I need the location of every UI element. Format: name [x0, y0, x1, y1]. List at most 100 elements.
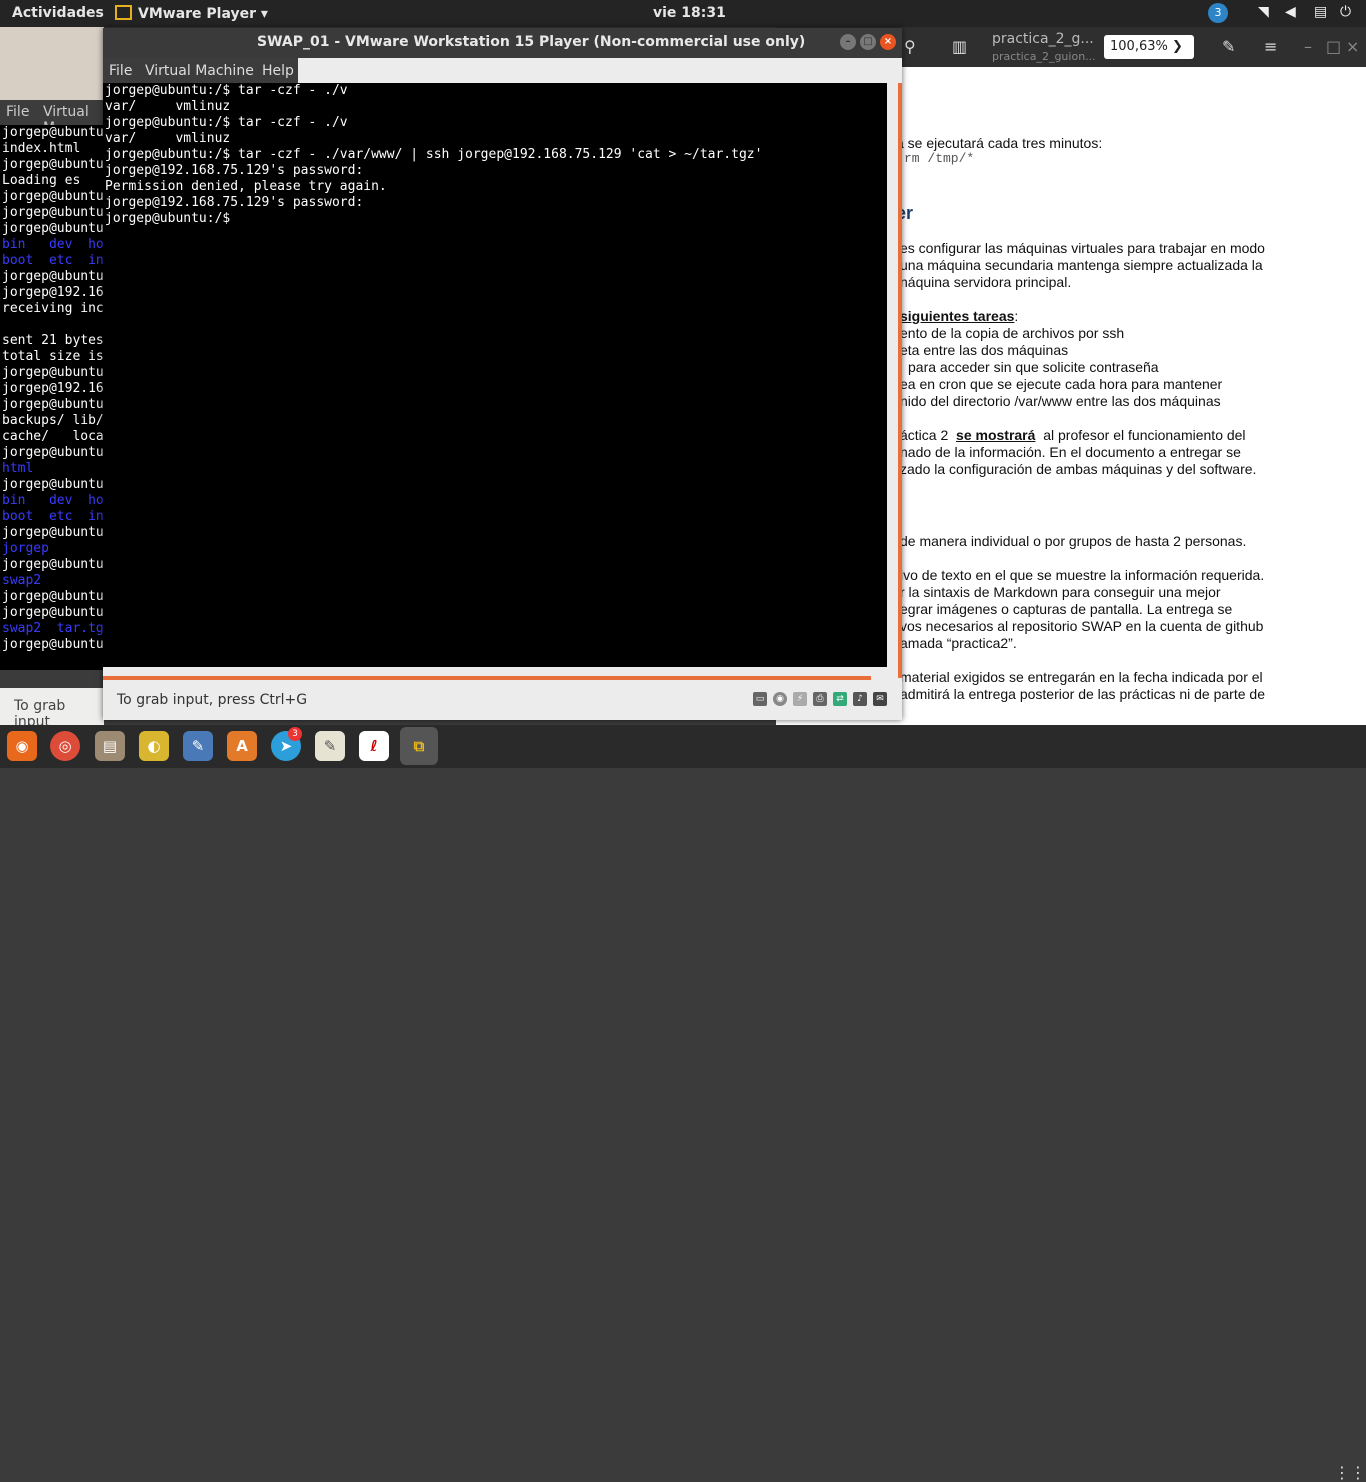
camera-icon[interactable]: ◐: [139, 731, 169, 761]
maximize-icon[interactable]: □: [1326, 37, 1341, 56]
vmware-icon: [115, 5, 132, 20]
telegram-badge: 3: [288, 727, 302, 741]
bg-terminal-line: jorgep@ubuntu: [2, 557, 104, 572]
power-icon[interactable]: ⏻: [1340, 4, 1351, 20]
notification-badge[interactable]: 3: [1208, 3, 1228, 23]
vm-console[interactable]: jorgep@ubuntu:/$ tar -czf - ./v var/ vmli…: [103, 83, 887, 667]
bg-terminal-line: jorgep@192.16: [2, 285, 104, 300]
vmware-player-window: SWAP_01 - VMware Workstation 15 Player (…: [103, 28, 902, 720]
doc-line: :: [1014, 308, 1019, 324]
doc-line: zado la configuración de ambas máquinas …: [900, 461, 1257, 477]
bg-terminal-line: boot etc in: [2, 509, 104, 524]
doc-line: de manera individual o por grupos de has…: [900, 533, 1247, 549]
main-menubar: File Virtual Machine Help: [103, 58, 298, 84]
bg-terminal-line: jorgep@ubuntu: [2, 605, 104, 620]
software-center-icon[interactable]: A: [227, 731, 257, 761]
show-applications-icon[interactable]: ⋮⋮⋮: [1334, 1463, 1366, 1482]
acrobat-icon[interactable]: ℓ: [359, 731, 389, 761]
desktop-wallpaper: [0, 27, 104, 100]
minimize-button[interactable]: –: [840, 34, 856, 50]
menu-icon[interactable]: ≡: [1264, 37, 1277, 56]
bg-terminal-line: jorgep@192.16: [2, 381, 104, 396]
document-title: practica_2_g...: [992, 31, 1094, 47]
background-status-bar: To grab input: [0, 688, 104, 730]
message-icon[interactable]: ✉: [873, 692, 887, 706]
bg-terminal-line: jorgep@ubuntu: [2, 269, 104, 284]
usb-icon[interactable]: ⚡: [793, 692, 807, 706]
doc-line: ento de la copia de archivos por ssh: [900, 325, 1125, 341]
clipboard-icon[interactable]: ▤: [1314, 4, 1327, 20]
doc-bold: se mostrará: [956, 427, 1036, 443]
sidebar-icon[interactable]: ▥: [952, 37, 967, 56]
doc-code-line: rm /tmp/*: [904, 151, 975, 166]
clock[interactable]: vie 18:31: [653, 5, 726, 21]
activities-button[interactable]: Actividades: [12, 5, 104, 21]
terminal-line: jorgep@ubuntu:/$: [105, 211, 239, 226]
close-button[interactable]: ×: [880, 34, 896, 50]
bg-terminal-line: jorgep@ubuntu: [2, 157, 104, 172]
files-icon[interactable]: ▤: [95, 731, 125, 761]
bg-terminal-line: bin dev ho: [2, 237, 104, 252]
search-icon[interactable]: ⚲: [904, 37, 916, 56]
bg-terminal-line: jorgep@ubuntu: [2, 365, 104, 380]
top-panel: Actividades VMware Player ▾ vie 18:31 3 …: [0, 0, 1366, 27]
annotate-icon[interactable]: ✎: [1222, 37, 1235, 56]
chrome-icon[interactable]: ◎: [50, 731, 80, 761]
bg-terminal-line: jorgep@ubuntu: [2, 445, 104, 460]
doc-line: ea en cron que se ejecute cada hora para…: [900, 376, 1223, 392]
hdd-icon[interactable]: ▭: [753, 692, 767, 706]
app-menu-label: VMware Player ▾: [138, 6, 268, 22]
minimize-icon[interactable]: –: [1304, 37, 1312, 56]
text-editor-icon[interactable]: ✎: [183, 731, 213, 761]
doc-bold: siguientes tareas: [900, 308, 1015, 324]
volume-icon[interactable]: ◀: [1285, 4, 1296, 20]
wifi-icon[interactable]: ◥: [1258, 4, 1269, 20]
bg-terminal-line: jorgep@ubuntu: [2, 637, 104, 652]
bg-terminal-line: jorgep@ubuntu: [2, 205, 104, 220]
bg-terminal-line: jorgep@ubuntu: [2, 189, 104, 204]
bg-terminal-line: cache/ loca: [2, 429, 104, 444]
app-menu[interactable]: VMware Player ▾: [115, 5, 268, 22]
bg-terminal-line: jorgep@ubuntu: [2, 125, 104, 140]
doc-line: admitirá la entrega posterior de las prá…: [900, 686, 1265, 702]
bg-terminal-line: [2, 317, 104, 333]
bg-terminal-line: bin dev ho: [2, 493, 104, 508]
menu-help[interactable]: Help: [262, 63, 294, 79]
status-bar: To grab input, press Ctrl+G ▭ ◉ ⚡ ⎙ ⇄ ♪ …: [103, 680, 902, 720]
doc-line: amada “practica2”.: [900, 635, 1017, 651]
window-titlebar[interactable]: SWAP_01 - VMware Workstation 15 Player (…: [103, 28, 902, 58]
sound-icon[interactable]: ♪: [853, 692, 867, 706]
network-icon[interactable]: ⇄: [833, 692, 847, 706]
bg-terminal-line: jorgep: [2, 541, 49, 556]
doc-line: una máquina secundaria mantenga siempre …: [900, 257, 1263, 273]
firefox-icon[interactable]: ◉: [7, 731, 37, 761]
bg-terminal-line: jorgep@ubuntu: [2, 589, 104, 604]
doc-line: para acceder sin que solicite contraseña: [908, 359, 1159, 375]
bg-terminal-line: boot etc in: [2, 253, 104, 268]
bg-terminal-line: jorgep@ubuntu: [2, 221, 104, 236]
bg-terminal-line: jorgep@ubuntu: [2, 525, 104, 540]
bg-terminal-line: index.html: [2, 141, 81, 156]
close-icon[interactable]: ×: [1346, 37, 1359, 56]
cd-icon[interactable]: ◉: [773, 692, 787, 706]
background-terminal-output: jorgep@ubuntu index.html jorgep@ubuntu Load…: [2, 125, 104, 653]
menu-file[interactable]: File: [109, 63, 132, 79]
doc-line: náquina servidora principal.: [900, 274, 1072, 290]
notes-icon[interactable]: ✎: [315, 731, 345, 761]
doc-line: áctica 2: [900, 427, 949, 443]
zoom-select[interactable]: 100,63% ❯: [1104, 35, 1194, 59]
terminal-line: Permission denied, please try again.: [105, 179, 387, 194]
status-text: To grab input, press Ctrl+G: [117, 692, 308, 708]
menu-virtual-machine[interactable]: Virtual Machine: [145, 63, 254, 79]
doc-line: a se ejecutará cada tres minutos:: [896, 135, 1103, 151]
doc-line: vos necesarios al repositorio SWAP en la…: [900, 618, 1264, 634]
bg-terminal-line: sent 21 bytes: [2, 333, 104, 348]
maximize-button[interactable]: □: [860, 34, 876, 50]
printer-icon[interactable]: ⎙: [813, 692, 827, 706]
bg-menu-file[interactable]: File: [6, 104, 29, 120]
vmware-icon[interactable]: ⧉: [400, 727, 438, 765]
bg-terminal-line: Loading es: [2, 173, 81, 188]
terminal-line: jorgep@192.168.75.129's password:: [105, 195, 364, 210]
doc-line: nado de la información. En el documento …: [900, 444, 1241, 460]
doc-line: material exigidos se entregarán en la fe…: [900, 669, 1263, 685]
